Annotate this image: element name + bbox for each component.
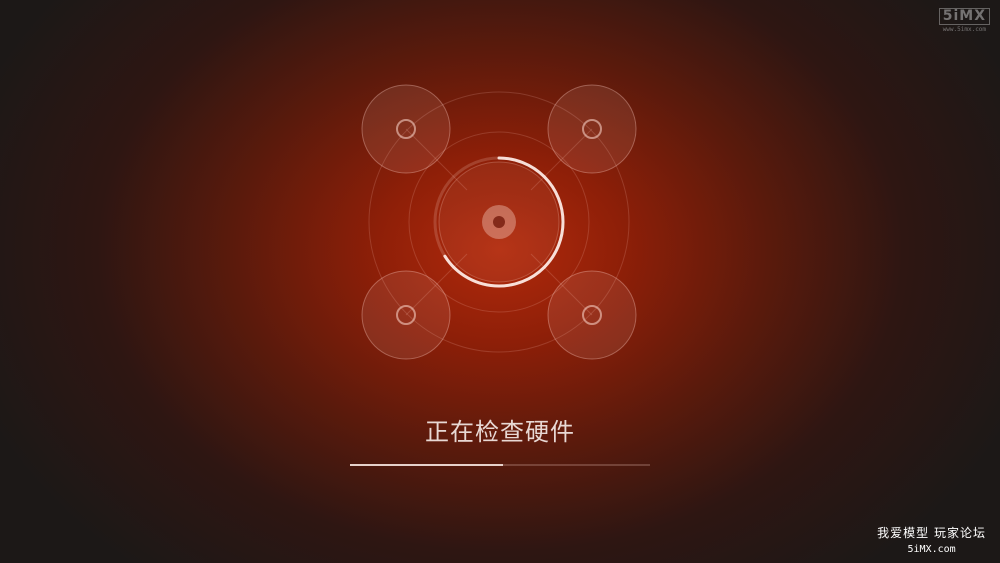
forum-watermark: 我爱模型 玩家论坛 5iMX.com [877,524,986,555]
hardware-check-screen: 正在检查硬件 5iMX www.5imx.com 我爱模型 玩家论坛 5iMX.… [0,0,1000,563]
propeller-icon [361,270,451,360]
watermark-brand: 5iMX [938,8,990,25]
watermark-logo: 5iMX www.5imx.com [938,8,990,33]
forum-url: 5iMX.com [907,544,956,555]
progress-fill [350,464,503,466]
watermark-url: www.5imx.com [942,26,987,33]
propeller-icon [361,84,451,174]
quadcopter-diagram [361,84,637,360]
propeller-icon [547,84,637,174]
status-label: 正在检查硬件 [425,418,575,446]
forum-title: 我爱模型 玩家论坛 [877,526,986,540]
propeller-icon [547,270,637,360]
progress-bar [350,464,650,466]
disc-icon [438,161,560,283]
